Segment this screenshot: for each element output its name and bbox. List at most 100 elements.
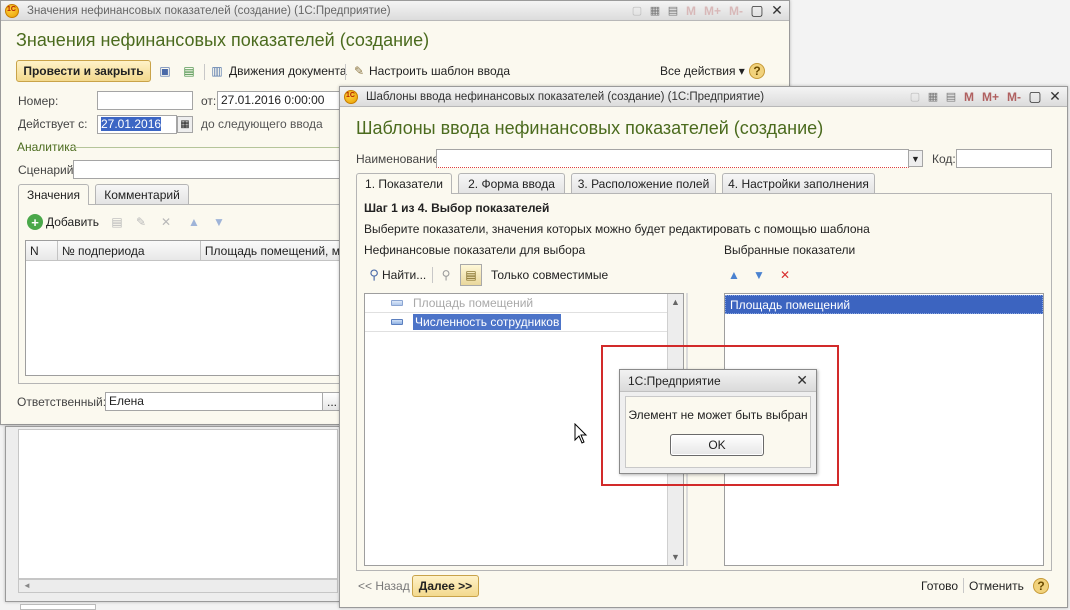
move-down-icon[interactable]: ▼ <box>751 267 767 283</box>
find-separator <box>432 267 433 283</box>
memory-m-button[interactable]: M <box>962 90 976 104</box>
responsible-field[interactable]: Елена <box>105 392 323 411</box>
list-item[interactable]: Площадь помещений <box>725 295 1043 314</box>
compatible-only-label[interactable]: Только совместимые <box>491 268 608 282</box>
scroll-left-icon[interactable]: ◄ <box>23 581 31 590</box>
name-label: Наименование: <box>356 152 443 166</box>
cancel-button[interactable]: Отменить <box>969 579 1024 593</box>
post-icon[interactable]: ▤ <box>181 63 197 79</box>
wrench-icon[interactable]: ✎ <box>351 63 367 79</box>
add-icon[interactable]: + <box>27 214 43 230</box>
dialog-title: 1С:Предприятие <box>628 373 721 388</box>
tab-field-layout[interactable]: 3. Расположение полей <box>571 173 716 193</box>
lower-pane-content <box>18 429 338 579</box>
selected-indicators-label: Выбранные показатели <box>724 243 856 257</box>
list-item-label: Площадь помещений <box>730 297 851 312</box>
template-window-title: Шаблоны ввода нефинансовых показателей (… <box>366 90 765 103</box>
list-item[interactable]: Площадь помещений <box>365 294 668 313</box>
move-down-icon[interactable]: ▼ <box>211 214 227 230</box>
taskbar-tab[interactable] <box>20 604 96 610</box>
back-window-titlebar[interactable]: Значения нефинансовых показателей (созда… <box>1 1 789 21</box>
movements-button[interactable]: Движения документа <box>229 64 347 78</box>
help-icon[interactable]: ? <box>749 63 765 79</box>
number-label: Номер: <box>18 94 59 108</box>
tab-comment[interactable]: Комментарий <box>95 184 189 204</box>
maximize-icon[interactable]: ▢ <box>1027 88 1043 105</box>
done-button[interactable]: Готово <box>921 579 958 593</box>
number-field[interactable] <box>97 91 193 110</box>
date-from-field[interactable]: 27.01.2016 0:00:00 <box>217 91 342 110</box>
compatible-toggle-icon[interactable]: ▤ <box>460 264 482 286</box>
move-up-icon[interactable]: ▲ <box>186 214 202 230</box>
template-settings-button[interactable]: Настроить шаблон ввода <box>369 64 510 78</box>
back-window-title: Значения нефинансовых показателей (созда… <box>27 4 391 17</box>
template-form-title: Шаблоны ввода нефинансовых показателей (… <box>356 118 824 138</box>
memory-m-plus-button[interactable]: M+ <box>980 90 1001 104</box>
memory-m-minus-button[interactable]: M- <box>727 4 745 18</box>
col-area[interactable]: Площадь помещений, м2 <box>201 241 344 260</box>
dialog-body: Элемент не может быть выбран OK <box>625 396 811 468</box>
move-up-icon[interactable]: ▲ <box>726 267 742 283</box>
calendar-picker-icon[interactable]: ▦ <box>177 116 193 133</box>
link-icon[interactable]: ▢ <box>908 90 922 104</box>
horizontal-scrollbar[interactable]: ◄ <box>18 579 338 593</box>
scenario-label: Сценарий: <box>18 163 77 177</box>
scenario-field[interactable] <box>73 160 343 179</box>
tab-input-form[interactable]: 2. Форма ввода <box>458 173 565 193</box>
calendar-icon[interactable]: ▤ <box>666 4 680 18</box>
indicator-icon <box>391 319 403 325</box>
remove-icon[interactable]: ✕ <box>777 267 793 283</box>
close-icon[interactable]: ✕ <box>769 2 785 19</box>
memory-m-minus-button[interactable]: M- <box>1005 90 1023 104</box>
responsible-label: Ответственный: <box>17 395 107 409</box>
search-icon[interactable]: ⚲ <box>366 267 382 283</box>
delete-icon[interactable]: ✕ <box>158 214 174 230</box>
dialog-close-icon[interactable]: ✕ <box>796 372 808 389</box>
values-table[interactable]: N № подпериода Площадь помещений, м2 <box>25 240 345 376</box>
close-icon[interactable]: ✕ <box>1047 88 1063 105</box>
link-icon[interactable]: ▢ <box>630 4 644 18</box>
template-window-titlebar[interactable]: Шаблоны ввода нефинансовых показателей (… <box>340 87 1067 107</box>
list-item-label: Площадь помещений <box>413 296 534 310</box>
calculator-icon[interactable]: ▦ <box>926 90 940 104</box>
back-button[interactable]: << Назад <box>358 579 410 593</box>
name-dropdown-icon[interactable]: ▼ <box>908 150 923 167</box>
calendar-icon[interactable]: ▤ <box>944 90 958 104</box>
edit-icon[interactable]: ✎ <box>133 214 149 230</box>
dialog-titlebar[interactable]: 1С:Предприятие ✕ <box>620 370 816 392</box>
scroll-down-icon[interactable]: ▼ <box>668 549 683 565</box>
back-window-lower-pane: ◄ <box>5 426 340 602</box>
memory-m-plus-button[interactable]: M+ <box>702 4 723 18</box>
code-label: Код: <box>932 152 956 166</box>
code-field[interactable] <box>956 149 1052 168</box>
col-n[interactable]: N <box>26 241 58 260</box>
maximize-icon[interactable]: ▢ <box>749 2 765 19</box>
analytics-group-label: Аналитика <box>17 140 77 154</box>
list-item-label: Численность сотрудников <box>413 314 562 330</box>
add-button[interactable]: Добавить <box>46 215 99 229</box>
name-field[interactable] <box>436 149 909 168</box>
all-actions-button[interactable]: Все действия ▾ <box>660 64 745 78</box>
list-item[interactable]: Численность сотрудников <box>365 313 668 332</box>
tab-fill-settings[interactable]: 4. Настройки заполнения <box>722 173 875 193</box>
find-button[interactable]: Найти... <box>382 268 426 282</box>
help-icon[interactable]: ? <box>1033 578 1049 594</box>
calculator-icon[interactable]: ▦ <box>648 4 662 18</box>
memory-m-button[interactable]: M <box>684 4 698 18</box>
valid-from-field[interactable]: 27.01.2016 <box>97 115 177 134</box>
ok-button[interactable]: OK <box>670 434 764 456</box>
clear-search-icon[interactable]: ⚲ <box>438 267 454 283</box>
scroll-up-icon[interactable]: ▲ <box>668 294 683 310</box>
indicator-icon <box>391 300 403 306</box>
save-icon[interactable]: ▣ <box>157 63 173 79</box>
post-and-close-button[interactable]: Провести и закрыть <box>16 60 151 82</box>
tab-values[interactable]: Значения <box>18 184 89 205</box>
next-button[interactable]: Далее >> <box>412 575 479 597</box>
toolbar-separator <box>204 64 205 80</box>
movements-icon[interactable]: ▥ <box>209 63 225 79</box>
tab-indicators[interactable]: 1. Показатели <box>356 173 452 194</box>
valid-until-label: до следующего ввода <box>201 117 323 131</box>
col-subperiod[interactable]: № подпериода <box>58 241 201 260</box>
bottom-separator <box>963 578 964 593</box>
copy-icon[interactable]: ▤ <box>109 214 125 230</box>
